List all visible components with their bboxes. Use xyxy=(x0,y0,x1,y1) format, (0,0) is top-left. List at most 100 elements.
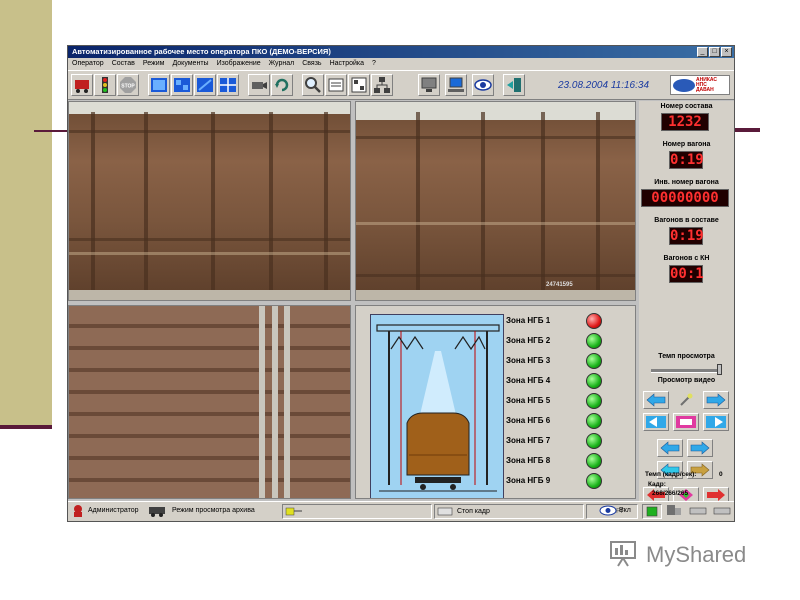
train-number-display: 1232 xyxy=(661,113,709,131)
logo-text: АНИКАС НПС ДАВАН xyxy=(696,77,717,93)
forward-button[interactable] xyxy=(703,391,729,409)
stop-frame-status[interactable]: Стоп кадр xyxy=(434,504,584,519)
camera-view-3[interactable] xyxy=(68,305,351,499)
zone-row-4: Зона НГБ 4 xyxy=(506,372,635,390)
stop-button[interactable]: STOP xyxy=(117,74,139,96)
zone-panel: Зона НГБ 1 Зона НГБ 2 Зона НГБ 3 Зона НГ… xyxy=(355,305,636,499)
zone-label: Зона НГБ 9 xyxy=(506,476,551,485)
wagon-number-label: Номер вагона xyxy=(662,141,711,148)
zone-label: Зона НГБ 7 xyxy=(506,436,551,445)
frame-back-button[interactable] xyxy=(643,413,669,431)
watermark-text: MyShared xyxy=(646,542,747,567)
zone-label: Зона НГБ 4 xyxy=(506,376,551,385)
menu-image[interactable]: Изображение xyxy=(213,58,265,70)
film-icon xyxy=(676,416,696,428)
menu-train[interactable]: Состав xyxy=(108,58,139,70)
wagons-total-label: Вагонов в составе xyxy=(654,217,719,224)
film-back-icon xyxy=(646,416,666,428)
stop-icon: STOP xyxy=(120,77,136,93)
zone-label: Зона НГБ 5 xyxy=(506,396,551,405)
video-on-status[interactable]: Вкл xyxy=(596,504,638,519)
frame-forward-button[interactable] xyxy=(703,413,729,431)
zone-label: Зона НГБ 8 xyxy=(506,456,551,465)
mode-status[interactable]: Режим просмотра архива xyxy=(146,504,278,519)
film-button[interactable] xyxy=(673,413,699,431)
list-button[interactable] xyxy=(348,74,370,96)
document-icon xyxy=(328,78,344,92)
arrow-left-icon xyxy=(646,393,666,407)
list-icon xyxy=(351,77,367,93)
video-label: Просмотр видео xyxy=(657,377,716,384)
info-panel: Номер состава 1232 Номер вагона 0:19 Инв… xyxy=(639,101,734,503)
mode-text: Режим просмотра архива xyxy=(172,507,255,514)
zone-status-light xyxy=(586,313,602,329)
minimize-button[interactable]: _ xyxy=(697,47,708,57)
magnifier-button[interactable] xyxy=(302,74,324,96)
status-indicator-2 xyxy=(664,504,686,519)
layout-1-button[interactable] xyxy=(148,74,170,96)
step-back-button[interactable] xyxy=(657,439,683,457)
arrow-down-left-icon xyxy=(660,441,680,455)
brush-button[interactable] xyxy=(673,391,699,409)
user-name: Администратор xyxy=(88,507,139,514)
rewind-button[interactable] xyxy=(643,391,669,409)
wagon-button[interactable] xyxy=(71,74,93,96)
zone-row-1: Зона НГБ 1 xyxy=(506,312,635,330)
maximize-button[interactable]: □ xyxy=(709,47,720,57)
connection-status xyxy=(282,504,432,519)
watermark: MyShared xyxy=(608,538,768,572)
user-icon xyxy=(74,505,82,517)
train-icon xyxy=(149,507,165,517)
camera-view-2[interactable]: 24741595 xyxy=(355,101,636,301)
camera-view-1[interactable] xyxy=(68,101,351,301)
network-icon xyxy=(374,77,390,93)
zone-row-2: Зона НГБ 2 xyxy=(506,332,635,350)
layout-2-button[interactable] xyxy=(171,74,193,96)
slide-side-underline xyxy=(0,425,52,429)
inv-number-label: Инв. номер вагона xyxy=(654,179,719,186)
camera-button[interactable] xyxy=(248,74,270,96)
computer-button[interactable] xyxy=(445,74,467,96)
title-bar[interactable]: Автоматизированное рабочее место операто… xyxy=(68,46,734,58)
gantry-diagram-drawing xyxy=(376,324,500,492)
speed-slider-track[interactable] xyxy=(651,369,719,373)
network-button[interactable] xyxy=(371,74,393,96)
zone-label: Зона НГБ 2 xyxy=(506,336,551,345)
company-logo: АНИКАС НПС ДАВАН xyxy=(670,75,730,95)
slide-side-bar xyxy=(0,0,52,428)
traffic-light-button[interactable] xyxy=(94,74,116,96)
exit-button[interactable] xyxy=(503,74,525,96)
menu-help[interactable]: ? xyxy=(368,58,380,70)
zone-row-5: Зона НГБ 5 xyxy=(506,392,635,410)
zone-status-light xyxy=(586,393,602,409)
arrow-right-icon xyxy=(706,393,726,407)
wagon-roof-image xyxy=(69,306,350,498)
status-indicator-3 xyxy=(688,504,710,519)
stop-frame-text: Стоп кадр xyxy=(457,508,490,515)
wagons-kn-label: Вагонов с КН xyxy=(663,255,710,262)
menu-connection[interactable]: Связь xyxy=(298,58,325,70)
keyboard-icon xyxy=(437,507,453,516)
layout-4-button[interactable] xyxy=(217,74,239,96)
menu-settings[interactable]: Настройка xyxy=(326,58,368,70)
document-button[interactable] xyxy=(325,74,347,96)
menu-operator[interactable]: Оператор xyxy=(68,58,108,70)
menu-documents[interactable]: Документы xyxy=(168,58,212,70)
step-forward-button[interactable] xyxy=(687,439,713,457)
speed-slider-thumb[interactable] xyxy=(717,364,722,375)
user-status[interactable]: Администратор xyxy=(70,504,142,519)
rate-value: 0 xyxy=(719,471,723,478)
rotate-button[interactable] xyxy=(271,74,293,96)
eye-button[interactable] xyxy=(472,74,494,96)
layout-3-button[interactable] xyxy=(194,74,216,96)
zone-status-light xyxy=(586,433,602,449)
close-button[interactable]: × xyxy=(721,47,732,57)
traffic-light-icon xyxy=(102,77,108,93)
monitor-button[interactable] xyxy=(418,74,440,96)
menu-mode[interactable]: Режим xyxy=(139,58,169,70)
window-title: Автоматизированное рабочее место операто… xyxy=(72,47,331,56)
presentation-board-icon xyxy=(610,541,636,567)
drive-icon xyxy=(713,507,731,515)
menu-journal[interactable]: Журнал xyxy=(265,58,299,70)
zone-label: Зона НГБ 3 xyxy=(506,356,551,365)
